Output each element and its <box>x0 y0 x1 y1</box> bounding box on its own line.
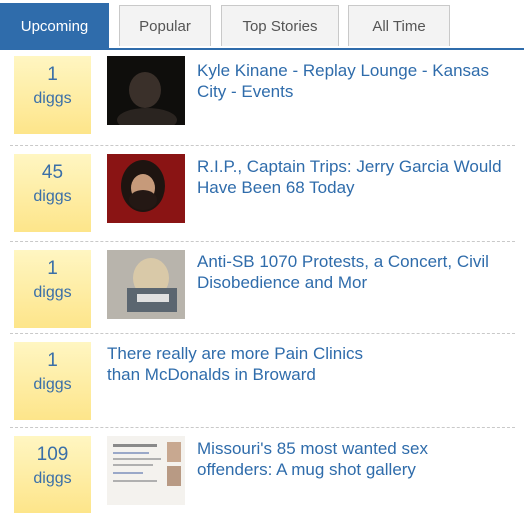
digg-count: 109 <box>36 444 69 465</box>
digg-count: 1 <box>47 64 58 85</box>
digg-label: diggs <box>33 90 72 107</box>
tab-top-stories[interactable]: Top Stories <box>221 5 339 46</box>
digg-label: diggs <box>33 376 72 393</box>
digg-count-box[interactable]: 1 diggs <box>14 342 91 420</box>
tab-bar: Upcoming Popular Top Stories All Time <box>0 0 524 50</box>
photo-thumbnail-icon <box>107 250 185 319</box>
digg-count: 1 <box>47 350 58 371</box>
story-thumbnail[interactable] <box>107 436 185 505</box>
photo-thumbnail-icon <box>107 154 185 223</box>
digg-count-box[interactable]: 45 diggs <box>14 154 91 232</box>
photo-thumbnail-icon <box>107 436 185 505</box>
tab-all-time[interactable]: All Time <box>348 5 450 46</box>
digg-label: diggs <box>33 470 72 487</box>
divider <box>10 145 515 146</box>
digg-count: 45 <box>41 162 64 183</box>
story-thumbnail[interactable] <box>107 250 185 319</box>
tab-upcoming[interactable]: Upcoming <box>0 3 109 48</box>
digg-count-box[interactable]: 1 diggs <box>14 250 91 328</box>
story-title-link[interactable]: Kyle Kinane - Replay Lounge - Kansas Cit… <box>197 60 507 102</box>
digg-count: 1 <box>47 258 58 279</box>
story-title-link[interactable]: There really are more Pain Clinics than … <box>107 343 397 385</box>
divider <box>10 333 515 334</box>
story-thumbnail[interactable] <box>107 56 185 125</box>
story-title-link[interactable]: Anti-SB 1070 Protests, a Concert, Civil … <box>197 251 507 293</box>
divider <box>10 427 515 428</box>
story-title-link[interactable]: Missouri's 85 most wanted sex offenders:… <box>197 438 507 480</box>
photo-thumbnail-icon <box>107 56 185 125</box>
digg-count-box[interactable]: 1 diggs <box>14 56 91 134</box>
divider <box>10 241 515 242</box>
story-thumbnail[interactable] <box>107 154 185 223</box>
tab-popular[interactable]: Popular <box>119 5 211 46</box>
story-title-link[interactable]: R.I.P., Captain Trips: Jerry Garcia Woul… <box>197 156 507 198</box>
digg-label: diggs <box>33 188 72 205</box>
digg-count-box[interactable]: 109 diggs <box>14 436 91 513</box>
digg-label: diggs <box>33 284 72 301</box>
